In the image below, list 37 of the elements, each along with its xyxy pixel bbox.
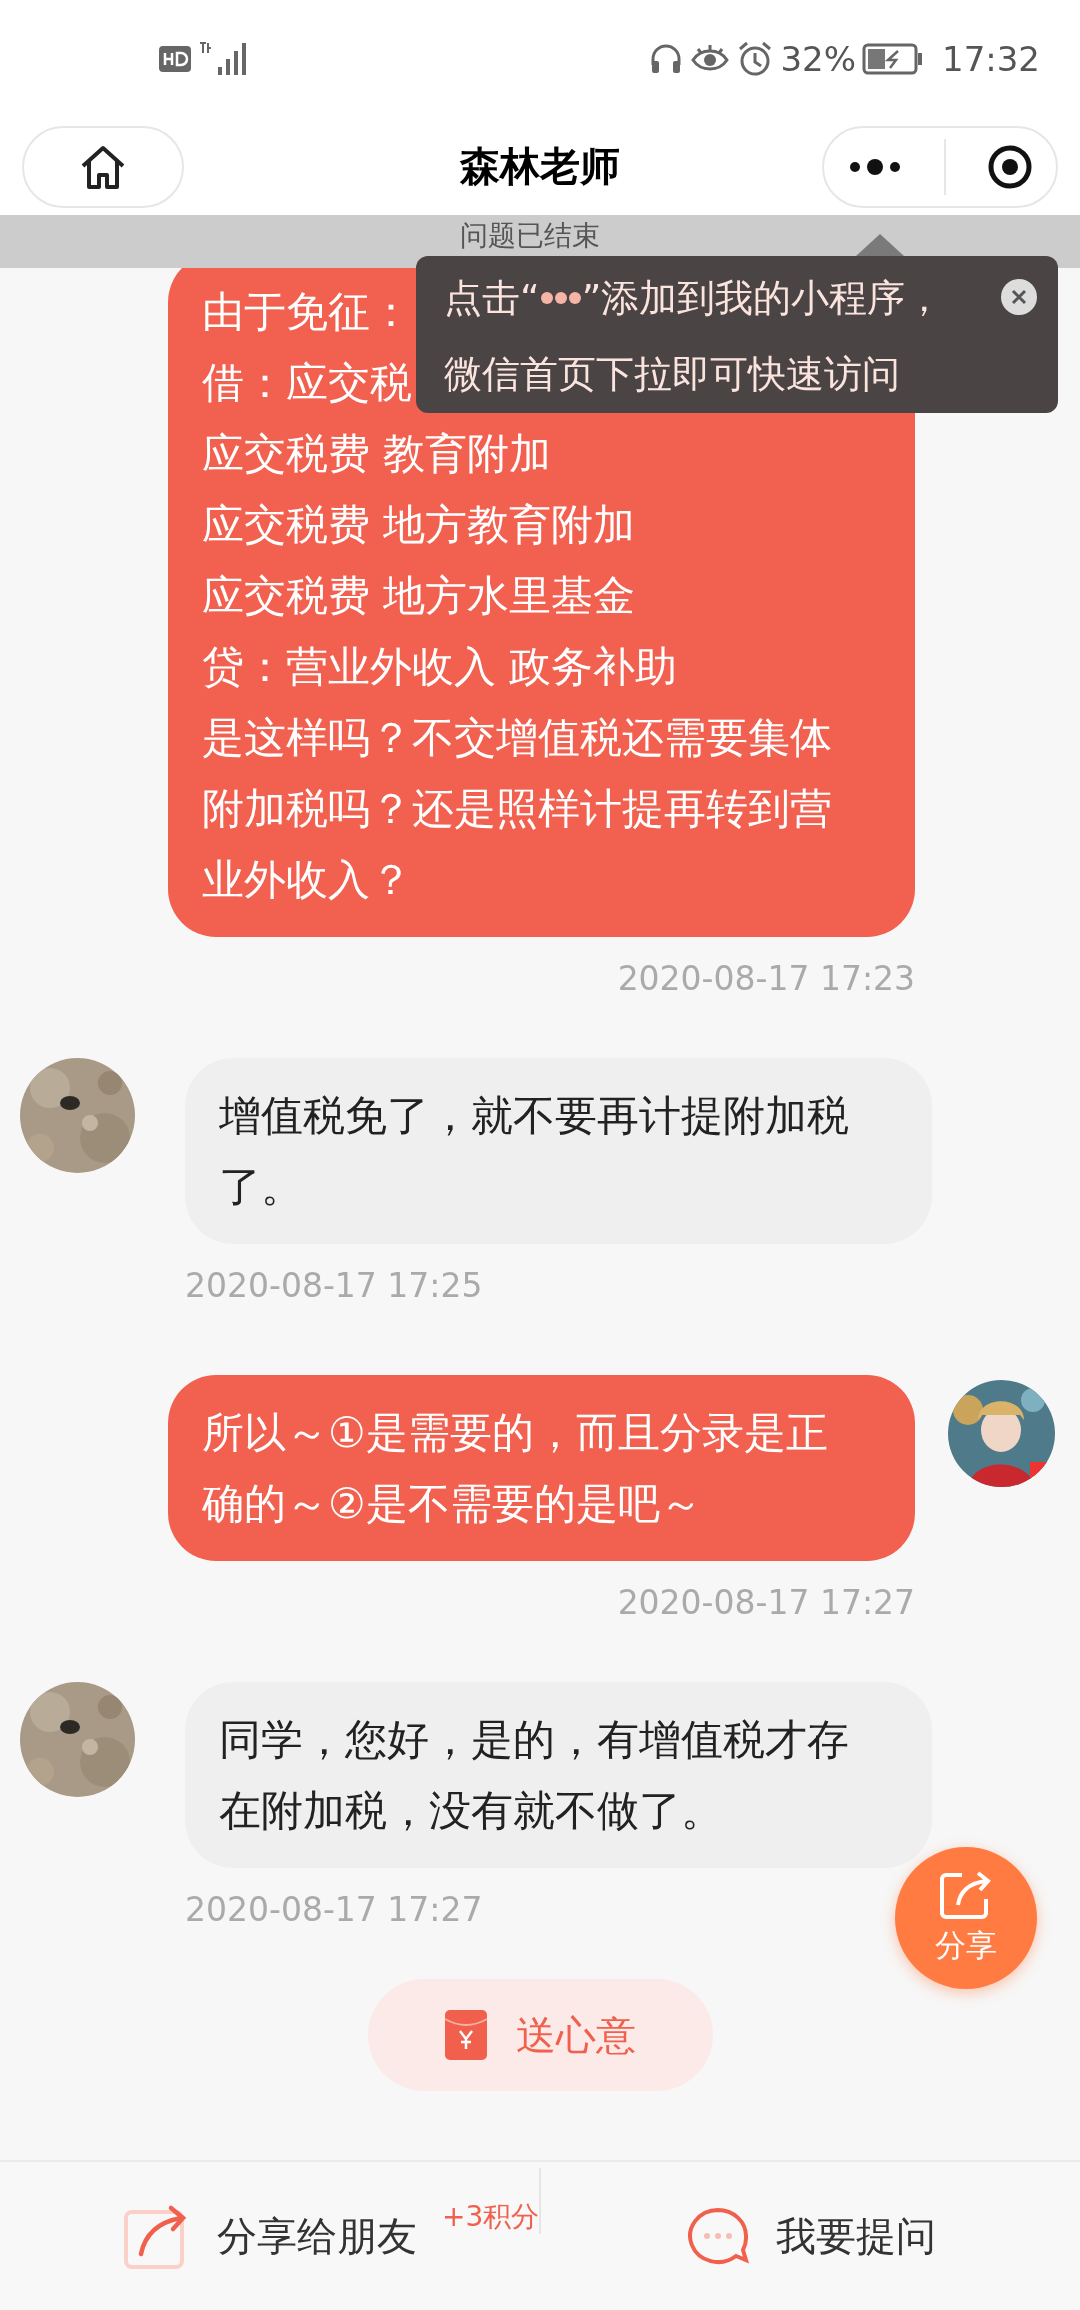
tooltip-text: 微信首页下拉即可快速访问 xyxy=(444,351,900,398)
message-text: 了。 xyxy=(219,1161,303,1213)
message-time: 2020-08-17 17:25 xyxy=(185,1266,483,1305)
points-label: +3积分 xyxy=(442,2199,540,2235)
message-text: 附加税吗？还是照样计提再转到营 xyxy=(202,783,832,835)
clock-time: 17:32 xyxy=(942,39,1040,79)
message-text: 是这样吗？不交增值税还需要集体 xyxy=(202,712,832,764)
message-text: 应交税费 地方教育附加 xyxy=(202,499,636,551)
battery-icon xyxy=(862,42,924,76)
tooltip-text: 点击“ ”添加到我的小程序， xyxy=(444,275,944,322)
close-icon xyxy=(1000,278,1038,316)
message-text: 所以～①是需要的，而且分录是正 xyxy=(202,1407,828,1459)
ask-question-button[interactable]: 我要提问 xyxy=(541,2162,1080,2310)
chat-bubble-icon xyxy=(685,2206,750,2266)
message-text: 业外收入？ xyxy=(202,854,412,906)
tooltip-arrow xyxy=(856,234,904,256)
share-icon xyxy=(938,1869,994,1921)
close-button[interactable] xyxy=(1000,278,1038,316)
message-text: 同学，您好，是的，有增值税才存 xyxy=(219,1714,849,1766)
target-icon xyxy=(986,143,1033,190)
message-time: 2020-08-17 17:23 xyxy=(617,959,915,998)
message-text: 应交税费 地方水里基金 xyxy=(202,570,636,622)
message-time: 2020-08-17 17:27 xyxy=(185,1890,483,1929)
message-text: 贷：营业外收入 政务补助 xyxy=(202,641,678,693)
message-text: 应交税费 教育附加 xyxy=(202,428,552,480)
message-time: 2020-08-17 17:27 xyxy=(617,1583,915,1622)
message-text: 借：应交税 xyxy=(202,357,412,409)
battery-percent: 32% xyxy=(780,39,856,79)
page-title: 森林老师 xyxy=(459,142,621,191)
envelope-icon xyxy=(444,2009,488,2061)
message-text: 确的～②是不需要的是吧～ xyxy=(202,1478,702,1530)
message-text: 由于免征： xyxy=(202,286,412,338)
banner-text: 问题已结束 xyxy=(460,219,600,252)
dots-icon xyxy=(539,291,582,305)
message-text: 增值税免了，就不要再计提附加税 xyxy=(219,1090,849,1142)
message-text: 在附加税，没有就不做了。 xyxy=(219,1785,723,1837)
home-icon xyxy=(79,143,127,190)
